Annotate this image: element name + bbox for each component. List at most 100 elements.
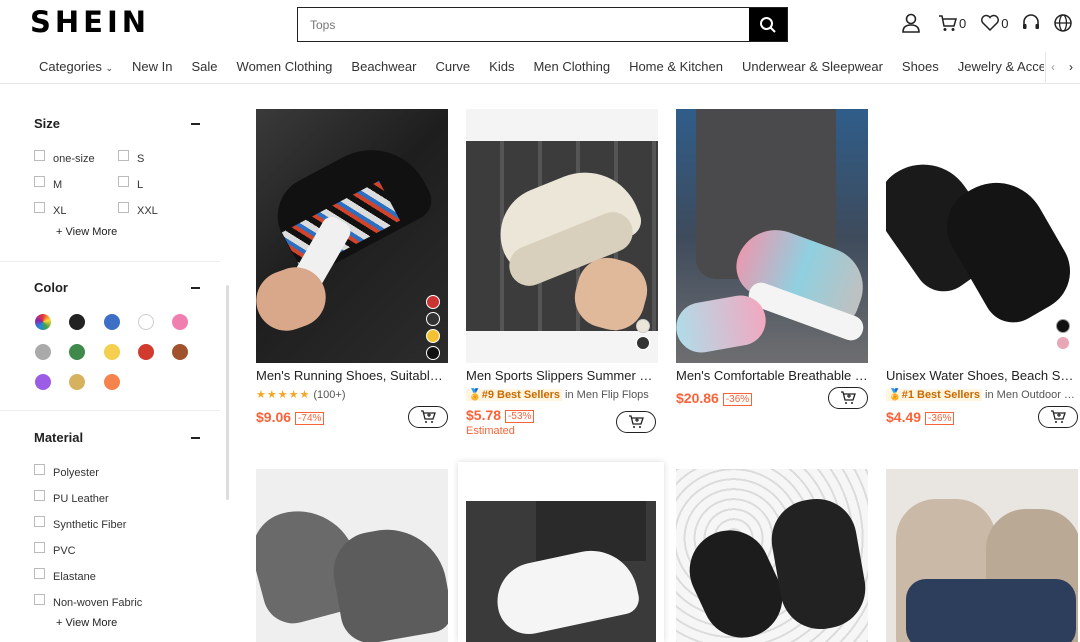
material-option[interactable]: Elastane	[34, 568, 96, 583]
checkbox[interactable]	[34, 568, 45, 579]
color-swatch-green[interactable]	[69, 344, 85, 360]
chevron-left-icon[interactable]: ‹	[1051, 60, 1055, 74]
product-image[interactable]	[886, 469, 1078, 642]
product-name[interactable]: Men's Comfortable Breathable Sneakers	[676, 368, 868, 383]
color-filter-header[interactable]: Color	[34, 280, 200, 295]
product-name[interactable]: Men's Running Shoes, Suitable For Outdoo…	[256, 368, 448, 383]
color-swatch-gray[interactable]	[35, 344, 51, 360]
color-thumb[interactable]	[426, 329, 440, 343]
product-name[interactable]: Unisex Water Shoes, Beach Swim Socks	[886, 368, 1078, 383]
product-image[interactable]	[886, 109, 1078, 363]
nav-men-clothing[interactable]: Men Clothing	[533, 59, 610, 74]
color-thumb[interactable]	[1056, 336, 1070, 350]
nav-home-kitchen[interactable]: Home & Kitchen	[629, 59, 723, 74]
checkbox[interactable]	[34, 202, 45, 213]
size-option[interactable]: XXL	[118, 202, 158, 217]
product-card[interactable]: Unisex Water Shoes, Beach Swim Socks 🏅#1…	[886, 109, 1078, 428]
color-swatch-orange[interactable]	[104, 374, 120, 390]
shein-logo[interactable]: SHEIN	[30, 5, 150, 39]
checkbox[interactable]	[34, 150, 45, 161]
checkbox[interactable]	[34, 176, 45, 187]
add-to-cart-button[interactable]	[828, 387, 868, 409]
color-swatch-blue[interactable]	[104, 314, 120, 330]
product-card[interactable]: Men Sports Slippers Summer Open Toe 🏅#9 …	[466, 109, 658, 437]
wishlist-button[interactable]: 0	[980, 14, 1008, 32]
checkbox[interactable]	[118, 150, 129, 161]
language-button[interactable]	[1053, 13, 1073, 33]
nav-underwear-sleepwear[interactable]: Underwear & Sleepwear	[742, 59, 883, 74]
material-option[interactable]: PVC	[34, 542, 76, 557]
color-swatch-yellow[interactable]	[104, 344, 120, 360]
collapse-icon[interactable]	[191, 436, 200, 439]
account-button[interactable]	[900, 12, 922, 34]
product-image[interactable]	[676, 109, 868, 363]
support-button[interactable]	[1021, 13, 1041, 33]
chevron-right-icon[interactable]: ›	[1069, 60, 1073, 74]
size-view-more[interactable]: + View More	[56, 226, 117, 238]
add-to-cart-button[interactable]	[1038, 406, 1078, 428]
material-option[interactable]: Non-woven Fabric	[34, 594, 142, 609]
sidebar-scrollbar[interactable]	[226, 285, 229, 500]
color-thumb[interactable]	[636, 319, 650, 333]
nav-women-clothing[interactable]: Women Clothing	[237, 59, 333, 74]
product-card[interactable]	[886, 469, 1078, 642]
product-card[interactable]	[458, 462, 664, 642]
material-option[interactable]: PU Leather	[34, 490, 109, 505]
product-card[interactable]: Men's Running Shoes, Suitable For Outdoo…	[256, 109, 448, 428]
collapse-icon[interactable]	[191, 122, 200, 125]
color-swatch-black[interactable]	[69, 314, 85, 330]
product-image[interactable]	[676, 469, 868, 642]
checkbox[interactable]	[34, 516, 45, 527]
product-image[interactable]	[256, 469, 448, 642]
product-card[interactable]	[256, 469, 448, 642]
checkbox[interactable]	[34, 594, 45, 605]
nav-new-in[interactable]: New In	[132, 59, 172, 74]
product-card[interactable]	[676, 469, 868, 642]
material-filter-header[interactable]: Material	[34, 430, 200, 445]
size-option[interactable]: M	[34, 176, 62, 191]
nav-categories[interactable]: Categories ⌄	[39, 59, 113, 74]
add-to-cart-button[interactable]	[408, 406, 448, 428]
material-option[interactable]: Synthetic Fiber	[34, 516, 126, 531]
search-input[interactable]	[298, 8, 749, 41]
nav-sale[interactable]: Sale	[192, 59, 218, 74]
product-name[interactable]: Men Sports Slippers Summer Open Toe	[466, 368, 658, 383]
checkbox[interactable]	[34, 490, 45, 501]
add-to-cart-button[interactable]	[616, 411, 656, 433]
checkbox[interactable]	[34, 542, 45, 553]
search-button[interactable]	[749, 8, 787, 41]
nav-shoes[interactable]: Shoes	[902, 59, 939, 74]
color-thumb[interactable]	[1056, 319, 1070, 333]
collapse-icon[interactable]	[191, 286, 200, 289]
material-view-more[interactable]: + View More	[56, 617, 117, 629]
color-swatch-brown[interactable]	[172, 344, 188, 360]
product-image[interactable]	[466, 109, 658, 363]
product-card[interactable]: Men's Comfortable Breathable Sneakers $2…	[676, 109, 868, 409]
checkbox[interactable]	[34, 464, 45, 475]
nav-curve[interactable]: Curve	[435, 59, 470, 74]
color-thumb[interactable]	[426, 295, 440, 309]
size-option[interactable]: L	[118, 176, 143, 191]
color-swatch-purple[interactable]	[35, 374, 51, 390]
option-label: Polyester	[53, 467, 99, 479]
checkbox[interactable]	[118, 202, 129, 213]
color-swatch-multi[interactable]	[35, 314, 51, 330]
nav-kids[interactable]: Kids	[489, 59, 514, 74]
color-swatch-pink[interactable]	[172, 314, 188, 330]
color-swatch-khaki[interactable]	[69, 374, 85, 390]
color-thumb[interactable]	[636, 336, 650, 350]
product-image[interactable]	[466, 501, 656, 642]
product-image[interactable]	[256, 109, 448, 363]
material-option[interactable]: Polyester	[34, 464, 99, 479]
size-option[interactable]: XL	[34, 202, 66, 217]
checkbox[interactable]	[118, 176, 129, 187]
cart-button[interactable]: 0	[938, 13, 966, 33]
color-thumb[interactable]	[426, 312, 440, 326]
color-thumb[interactable]	[426, 346, 440, 360]
nav-beachwear[interactable]: Beachwear	[351, 59, 416, 74]
size-option[interactable]: one-size	[34, 150, 95, 165]
size-filter-header[interactable]: Size	[34, 116, 200, 131]
size-option[interactable]: S	[118, 150, 144, 165]
color-swatch-white[interactable]	[138, 314, 154, 330]
color-swatch-red[interactable]	[138, 344, 154, 360]
